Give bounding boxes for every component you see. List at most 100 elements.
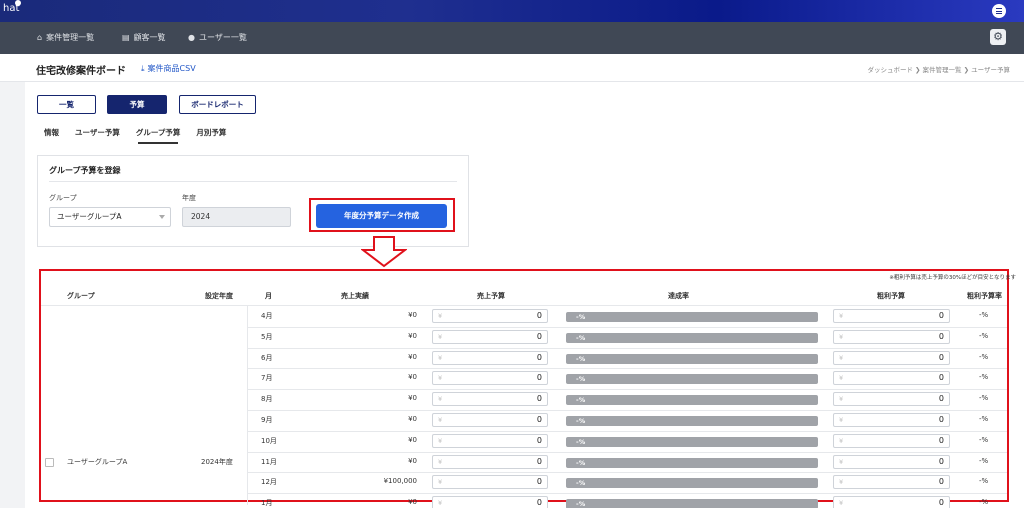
- tab-group-budget[interactable]: グループ予算: [136, 127, 180, 144]
- profit-budget-input[interactable]: ¥ 0: [833, 496, 950, 508]
- yen-prefix: ¥: [438, 478, 443, 487]
- app-logo[interactable]: hat: [3, 0, 21, 14]
- profit-rate-cell: -%: [979, 394, 989, 403]
- sales-budget-value: 0: [536, 477, 542, 487]
- year-label: 年度: [182, 194, 196, 202]
- sales-budget-input[interactable]: ¥ 0: [432, 329, 548, 344]
- yen-prefix: ¥: [438, 436, 443, 445]
- sales-actual-cell: ¥0: [408, 394, 417, 403]
- user-icon: ●: [188, 33, 195, 42]
- register-title: グループ予算を登録: [49, 166, 121, 175]
- achievement-bar: -%: [566, 332, 818, 343]
- profit-rate-cell: -%: [979, 456, 989, 465]
- profit-budget-input[interactable]: ¥ 0: [833, 350, 950, 365]
- profit-budget-value: 0: [938, 394, 944, 404]
- gear-icon[interactable]: ⚙: [990, 29, 1006, 45]
- sales-budget-input[interactable]: ¥ 0: [432, 392, 548, 407]
- page-header: 住宅改修案件ボード ⤓ 案件商品CSV ダッシュボード ❯ 案件管理一覧 ❯ ユ…: [0, 54, 1024, 82]
- nav-item-users[interactable]: ● ユーザー一覧: [188, 32, 247, 43]
- profit-rate-cell: -%: [979, 477, 989, 486]
- sales-budget-input[interactable]: ¥ 0: [432, 454, 548, 469]
- nav-item-projects[interactable]: ⌂ 案件管理一覧: [37, 32, 94, 43]
- yen-prefix: ¥: [839, 436, 844, 445]
- profit-budget-input[interactable]: ¥ 0: [833, 309, 950, 323]
- budget-tabs: 情報 ユーザー予算 グループ予算 月別予算: [44, 127, 242, 144]
- row-divider: [247, 389, 1007, 391]
- col-header-profit-rate: 粗利予算率: [967, 292, 1002, 300]
- group-select-value: ユーザーグループA: [57, 212, 122, 221]
- achievement-bar: -%: [566, 353, 818, 364]
- tab-user-budget[interactable]: ユーザー予算: [75, 127, 120, 138]
- month-cell: 6月: [261, 353, 273, 362]
- sales-budget-input[interactable]: ¥ 0: [432, 475, 548, 490]
- profit-budget-input[interactable]: ¥ 0: [833, 371, 950, 386]
- tab-monthly-budget[interactable]: 月別予算: [196, 127, 226, 138]
- csv-download-link[interactable]: ⤓ 案件商品CSV: [141, 63, 196, 74]
- row-divider: [247, 410, 1007, 411]
- col-header-sales-actual: 売上実績: [341, 292, 369, 300]
- month-cell: 8月: [261, 395, 273, 404]
- profit-budget-input[interactable]: ¥ 0: [833, 413, 950, 427]
- yen-prefix: ¥: [438, 353, 443, 362]
- profit-budget-input[interactable]: ¥ 0: [833, 454, 950, 469]
- month-cell: 1月: [261, 499, 273, 508]
- profit-rate-cell: -%: [979, 331, 989, 340]
- achievement-rate: -%: [576, 417, 586, 425]
- achievement-rate: -%: [576, 396, 586, 405]
- year-field[interactable]: 2024: [182, 207, 291, 227]
- col-header-achievement: 達成率: [668, 292, 689, 300]
- main-content: 一覧 予算 ボードレポート 情報 ユーザー予算 グループ予算 月別予算 グループ…: [25, 82, 1024, 508]
- sales-budget-value: 0: [536, 311, 542, 320]
- sales-budget-value: 0: [536, 373, 542, 383]
- sales-actual-cell: ¥0: [408, 435, 417, 444]
- column-divider: [247, 305, 248, 505]
- tab-info[interactable]: 情報: [44, 127, 59, 138]
- profit-budget-input[interactable]: ¥ 0: [833, 392, 950, 407]
- profit-budget-value: 0: [938, 456, 944, 466]
- profit-budget-value: 0: [938, 331, 944, 341]
- yen-prefix: ¥: [839, 374, 844, 383]
- budget-mode-button[interactable]: 予算: [107, 95, 167, 114]
- sales-budget-input[interactable]: ¥ 0: [432, 496, 548, 508]
- yen-prefix: ¥: [438, 374, 443, 383]
- hamburger-menu-icon[interactable]: [992, 4, 1006, 18]
- sales-budget-input[interactable]: ¥ 0: [432, 433, 548, 448]
- col-header-month: 月: [265, 292, 272, 300]
- sales-budget-value: 0: [536, 331, 542, 341]
- profit-budget-input[interactable]: ¥ 0: [833, 433, 950, 448]
- group-select[interactable]: ユーザーグループA: [49, 207, 171, 227]
- row-select-checkbox[interactable]: [45, 458, 54, 467]
- month-cell: 12月: [261, 478, 277, 487]
- sales-budget-input[interactable]: ¥ 0: [432, 371, 548, 386]
- achievement-rate: -%: [576, 354, 586, 363]
- sales-actual-cell: ¥100,000: [383, 477, 417, 486]
- list-mode-button[interactable]: 一覧: [37, 95, 96, 114]
- profit-rate-cell: -%: [979, 352, 989, 361]
- sales-budget-value: 0: [536, 352, 542, 362]
- nav-item-customers[interactable]: ▤ 顧客一覧: [122, 32, 166, 43]
- month-cell: 10月: [261, 436, 277, 445]
- yen-prefix: ¥: [438, 416, 443, 424]
- board-report-button[interactable]: ボードレポート: [179, 95, 256, 114]
- profit-budget-value: 0: [938, 311, 944, 320]
- download-icon: ⤓: [141, 63, 145, 73]
- yen-prefix: ¥: [839, 353, 844, 362]
- sales-budget-input[interactable]: ¥ 0: [432, 309, 548, 323]
- sales-budget-input[interactable]: ¥ 0: [432, 413, 548, 427]
- achievement-rate: -%: [576, 500, 586, 508]
- sales-budget-input[interactable]: ¥ 0: [432, 350, 548, 365]
- profit-budget-value: 0: [938, 415, 944, 424]
- sales-actual-cell: ¥0: [408, 311, 417, 319]
- breadcrumb[interactable]: ダッシュボード ❯ 案件管理一覧 ❯ ユーザー予算: [867, 64, 1010, 74]
- profit-note: ※粗利予算は売上予算の30%ほどが目安となります: [889, 275, 1016, 281]
- down-arrow-icon: [361, 236, 407, 268]
- yen-prefix: ¥: [839, 312, 844, 320]
- profit-budget-input[interactable]: ¥ 0: [833, 475, 950, 490]
- achievement-bar: -%: [566, 395, 818, 406]
- home-icon: ⌂: [37, 33, 43, 42]
- achievement-bar: -%: [566, 416, 818, 426]
- top-bar: hat: [0, 0, 1024, 22]
- profit-budget-input[interactable]: ¥ 0: [833, 329, 950, 344]
- csv-link-label: 案件商品CSV: [147, 64, 196, 73]
- nav-item-label: 顧客一覧: [133, 33, 166, 42]
